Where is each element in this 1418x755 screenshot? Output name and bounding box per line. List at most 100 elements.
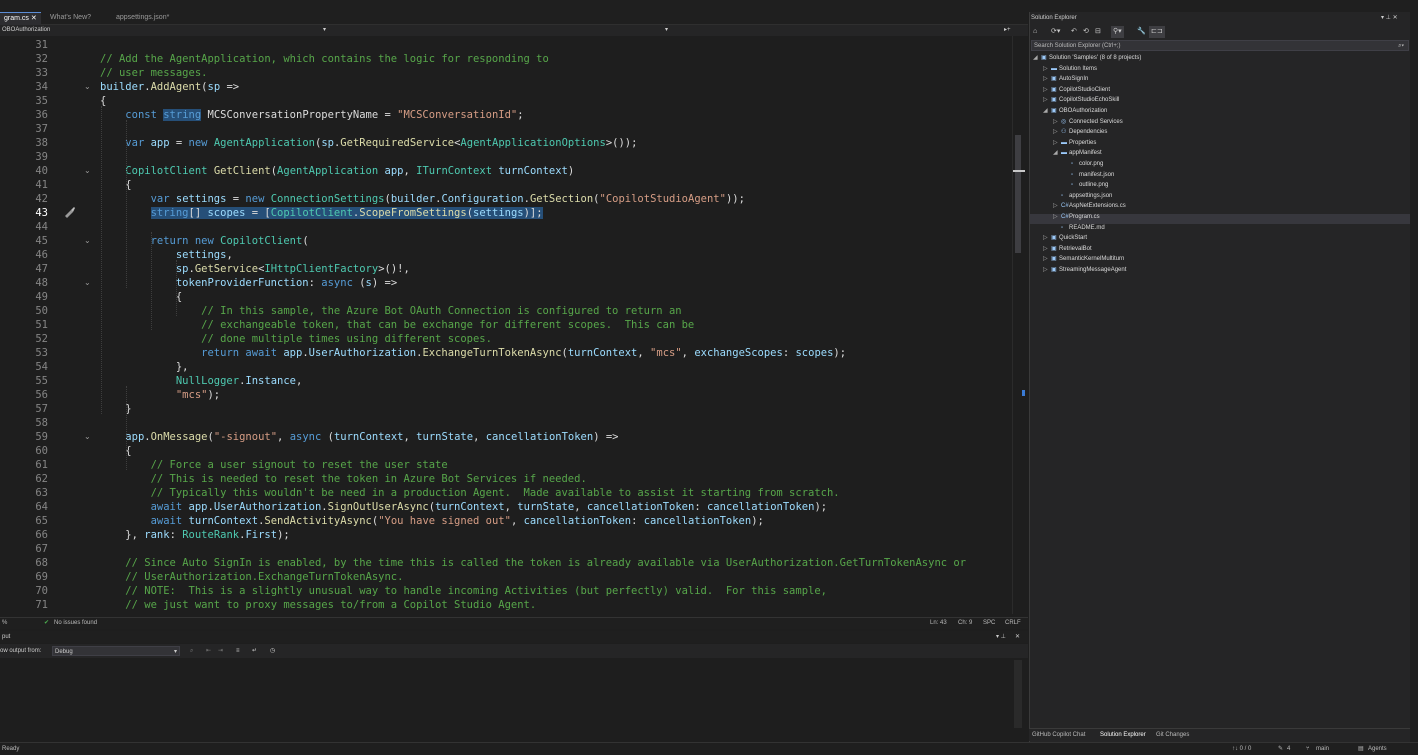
code-line[interactable]: 59 app.OnMessage("-signout", async (turn… xyxy=(0,430,1020,444)
word-wrap-icon[interactable]: ↵ xyxy=(252,644,257,658)
expand-arrow-icon[interactable]: ▷ xyxy=(1043,74,1051,84)
pin-icon[interactable]: ▾ ⊥ xyxy=(996,631,1006,643)
code-line[interactable]: 71 // we just want to proxy messages to/… xyxy=(0,598,1020,612)
properties-icon[interactable]: 🔧 xyxy=(1137,26,1146,38)
code-line[interactable]: 47 sp.GetService<IHttpClientFactory>()!, xyxy=(0,262,1020,276)
tree-item[interactable]: ▷ ◎ Connected Services xyxy=(1053,117,1123,127)
code-line[interactable]: 46 settings, xyxy=(0,248,1020,262)
code-line[interactable]: 43 string[] scopes = [CopilotClient.Scop… xyxy=(0,206,1020,220)
output-source-dropdown[interactable]: Debug ▾ xyxy=(52,646,180,656)
clear-all-icon[interactable]: ≡ xyxy=(236,644,240,658)
preview-icon[interactable]: ⊏⊐ xyxy=(1149,26,1165,38)
code-line[interactable]: 57 } xyxy=(0,402,1020,416)
code-line[interactable]: 69 // UserAuthorization.ExchangeTurnToke… xyxy=(0,570,1020,584)
expand-arrow-icon[interactable]: ▷ xyxy=(1043,244,1051,254)
code-line[interactable]: 39 xyxy=(0,150,1020,164)
fold-toggle-icon[interactable]: ⌄ xyxy=(84,433,92,441)
error-counter[interactable]: ↑↓ 0 / 0 xyxy=(1232,743,1251,755)
tree-item[interactable]: ▫ README.md xyxy=(1053,223,1105,233)
fold-toggle-icon[interactable]: ⌄ xyxy=(84,279,92,287)
line-ending[interactable]: CRLF xyxy=(1005,618,1021,629)
project-dropdown[interactable]: OBOAuthorization ▾ xyxy=(2,26,328,35)
search-icon[interactable]: ⌕▾ xyxy=(1398,41,1404,52)
tree-item[interactable]: ▫ appsettings.json xyxy=(1053,191,1112,201)
close-icon[interactable]: ✕ xyxy=(1015,631,1020,643)
filter-icon[interactable]: ⚲▾ xyxy=(1111,26,1124,38)
agents-button[interactable]: Agents xyxy=(1368,743,1387,755)
expand-arrow-icon[interactable]: ▷ xyxy=(1053,117,1061,127)
code-line[interactable]: 44 xyxy=(0,220,1020,234)
expand-arrow-icon[interactable]: ▷ xyxy=(1043,85,1051,95)
code-line[interactable]: 54 }, xyxy=(0,360,1020,374)
tree-item[interactable]: ▷ ⚇ Dependencies xyxy=(1053,127,1107,137)
code-line[interactable]: 56 "mcs"); xyxy=(0,388,1020,402)
pencil-icon[interactable]: ✎ xyxy=(1278,743,1283,755)
timestamp-icon[interactable]: ◷ xyxy=(270,644,275,658)
code-line[interactable]: 35{ xyxy=(0,94,1020,108)
tree-item[interactable]: ▷ ▣ SemanticKernelMultiturn xyxy=(1043,254,1124,264)
back-icon[interactable]: ↶ xyxy=(1071,26,1077,38)
tab-appsettings[interactable]: appsettings.json* xyxy=(112,12,173,24)
panel-options-icon[interactable]: ▾ ⊥ ✕ xyxy=(1381,13,1398,23)
code-line[interactable]: 62 // This is needed to reset the token … xyxy=(0,472,1020,486)
code-line[interactable]: 40 CopilotClient GetClient(AgentApplicat… xyxy=(0,164,1020,178)
next-message-icon[interactable]: ⇥ xyxy=(218,644,223,658)
code-line[interactable]: 42 var settings = new ConnectionSettings… xyxy=(0,192,1020,206)
close-icon[interactable]: ✕ xyxy=(31,15,37,22)
code-line[interactable]: 66 }, rank: RouteRank.First); xyxy=(0,528,1020,542)
code-line[interactable]: 36 const string MCSConversationPropertyN… xyxy=(0,108,1020,122)
tree-item[interactable]: ◢ ▣ Solution 'Samples' (8 of 8 projects) xyxy=(1033,53,1141,63)
code-line[interactable]: 52 // done multiple times using differen… xyxy=(0,332,1020,346)
tree-item[interactable]: ▷ ▬ Solution Items xyxy=(1043,64,1097,74)
git-branch[interactable]: main xyxy=(1316,743,1329,755)
expand-arrow-icon[interactable]: ▷ xyxy=(1053,138,1061,148)
expand-arrow-icon[interactable]: ▷ xyxy=(1043,64,1051,74)
tab-git-changes[interactable]: Git Changes xyxy=(1156,729,1189,741)
code-line[interactable]: 53 return await app.UserAuthorization.Ex… xyxy=(0,346,1020,360)
expand-arrow-icon[interactable]: ▷ xyxy=(1053,201,1061,211)
code-line[interactable]: 48 tokenProviderFunction: async (s) => xyxy=(0,276,1020,290)
tab-program-cs[interactable]: gram.cs ✕ xyxy=(0,12,41,25)
tree-item[interactable]: ▫ outline.png xyxy=(1063,180,1108,190)
tab-whats-new[interactable]: What's New? xyxy=(46,12,95,24)
code-line[interactable]: 34 builder.AddAgent(sp => xyxy=(0,80,1020,94)
editor-vertical-scrollbar[interactable] xyxy=(1012,36,1025,614)
tab-github-copilot-chat[interactable]: GitHub Copilot Chat xyxy=(1032,729,1085,741)
fold-toggle-icon[interactable]: ⌄ xyxy=(84,237,92,245)
code-line[interactable]: 67 xyxy=(0,542,1020,556)
tree-item[interactable]: ▷ ▣ CopilotStudioEchoSkill xyxy=(1043,95,1119,105)
expand-arrow-icon[interactable]: ▷ xyxy=(1043,254,1051,264)
expand-arrow-icon[interactable]: ▷ xyxy=(1053,127,1061,137)
output-scrollbar[interactable] xyxy=(1014,660,1022,728)
code-editor[interactable]: 31 32 // Add the AgentApplication, which c… xyxy=(0,36,1028,614)
tree-item[interactable]: ◢ ▣ OBOAuthorization xyxy=(1043,106,1107,116)
tree-item[interactable]: ▷ ▣ RetrievalBot xyxy=(1043,244,1092,254)
code-line[interactable]: 41 { xyxy=(0,178,1020,192)
expand-arrow-icon[interactable]: ▷ xyxy=(1043,233,1051,243)
code-line[interactable]: 45 return new CopilotClient( xyxy=(0,234,1020,248)
tree-item[interactable]: ▷ ▣ QuickStart xyxy=(1043,233,1087,243)
scrollbar-thumb[interactable] xyxy=(1015,135,1021,253)
collapse-all-icon[interactable]: ⊟ xyxy=(1095,26,1101,38)
find-icon[interactable]: ⌕ xyxy=(190,644,193,658)
column-number[interactable]: Ch: 9 xyxy=(958,618,972,629)
fold-toggle-icon[interactable]: ⌄ xyxy=(84,83,92,91)
code-line[interactable]: 70 // NOTE: This is a slightly unusual w… xyxy=(0,584,1020,598)
line-number[interactable]: Ln: 43 xyxy=(930,618,947,629)
code-line[interactable]: 68 // Since Auto SignIn is enabled, by t… xyxy=(0,556,1020,570)
code-line[interactable]: 33 // user messages. xyxy=(0,66,1020,80)
tree-item[interactable]: ▷ ▬ Properties xyxy=(1053,138,1096,148)
split-editor-icon[interactable]: ▸+ xyxy=(1004,26,1024,35)
issues-status[interactable]: No issues found xyxy=(54,618,97,629)
code-line[interactable]: 63 // Typically this wouldn't be need in… xyxy=(0,486,1020,500)
zoom-level[interactable]: % xyxy=(2,618,7,629)
code-line[interactable]: 60 { xyxy=(0,444,1020,458)
expand-arrow-icon[interactable]: ▷ xyxy=(1053,212,1061,222)
code-line[interactable]: 65 await turnContext.SendActivityAsync("… xyxy=(0,514,1020,528)
code-line[interactable]: 32 // Add the AgentApplication, which con… xyxy=(0,52,1020,66)
code-line[interactable]: 49 { xyxy=(0,290,1020,304)
expand-arrow-icon[interactable]: ◢ xyxy=(1033,53,1041,63)
tree-item[interactable]: ▷ C#Program.cs xyxy=(1053,212,1100,222)
code-line[interactable]: 61 // Force a user signout to reset the … xyxy=(0,458,1020,472)
expand-arrow-icon[interactable]: ◢ xyxy=(1053,148,1061,158)
